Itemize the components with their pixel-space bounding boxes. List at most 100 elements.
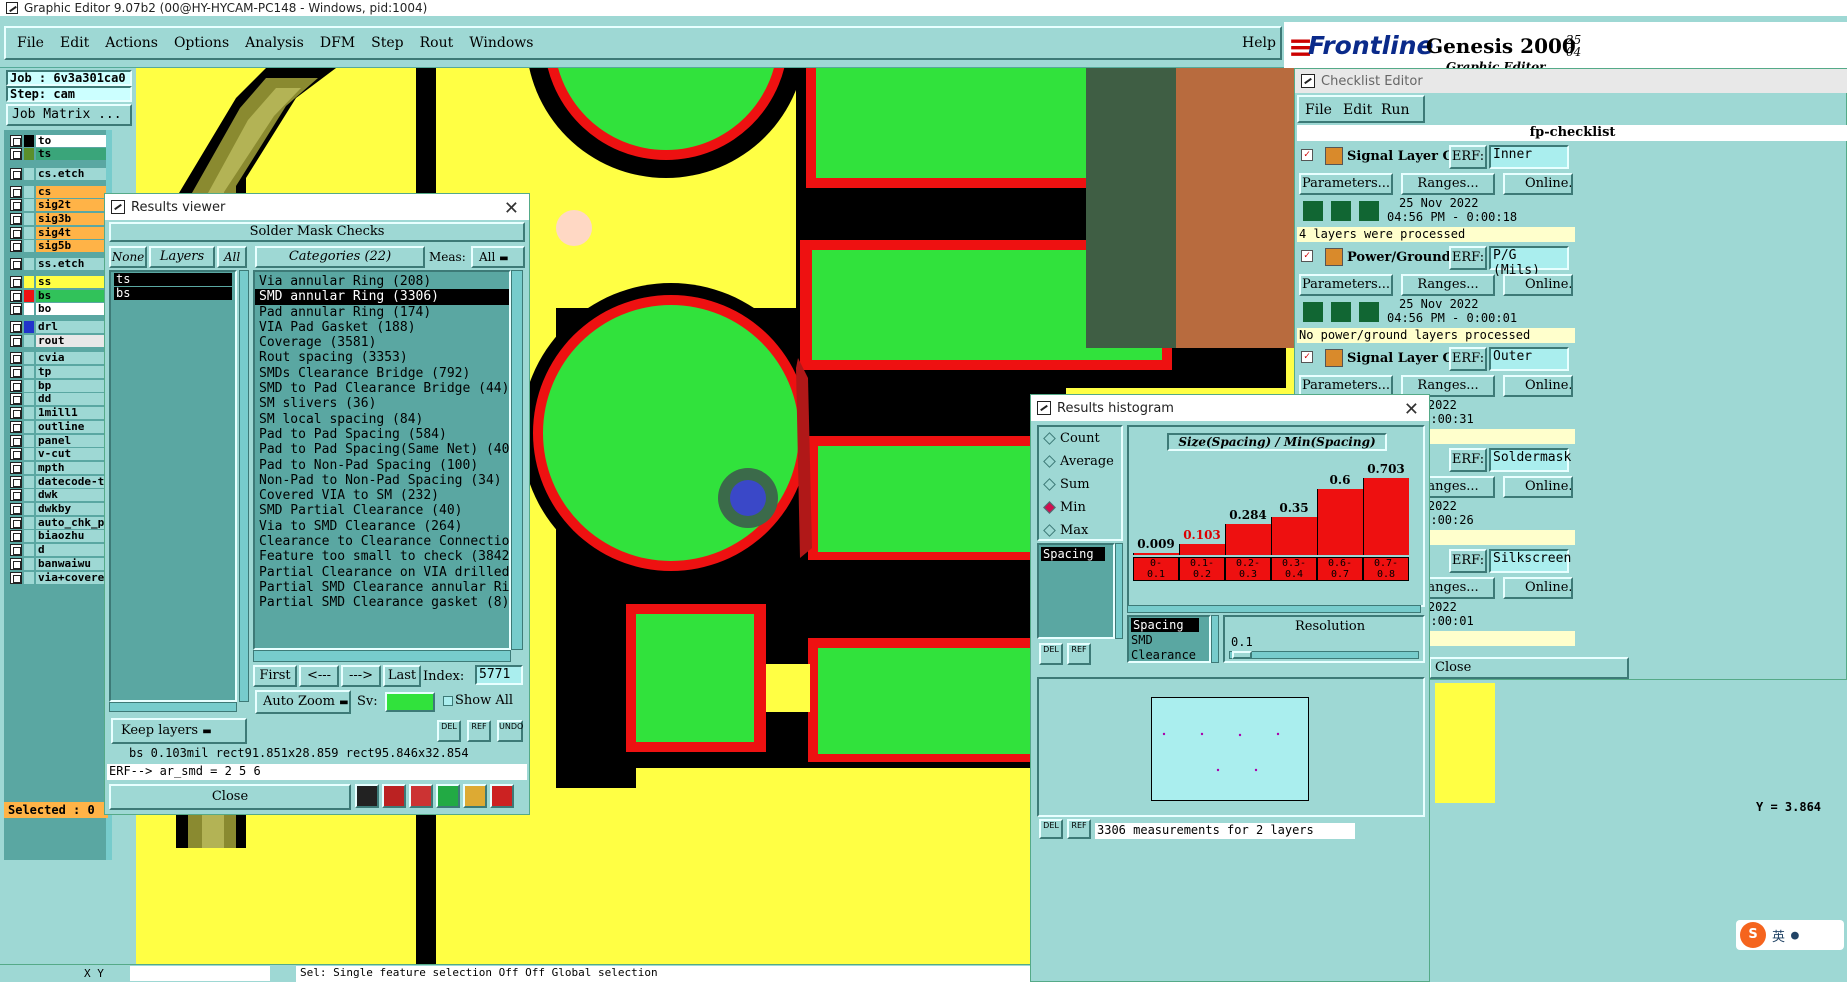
menu-actions[interactable]: Actions: [105, 35, 158, 51]
results-close-button[interactable]: Close: [109, 784, 351, 810]
none-button[interactable]: None: [109, 246, 147, 268]
run-icon[interactable]: [1357, 199, 1381, 223]
mark-icon[interactable]: [382, 784, 406, 808]
layer-row-auto_chk_pa[interactable]: auto_chk_pa: [10, 516, 106, 529]
category-item[interactable]: SM local spacing (84): [255, 412, 509, 427]
bin-list[interactable]: Spacing SMD Clearance: [1127, 615, 1211, 663]
layer-checkbox[interactable]: [10, 530, 22, 543]
bin-list-item[interactable]: Clearance: [1131, 648, 1196, 662]
bin-list-item[interactable]: Spacing: [1131, 618, 1199, 632]
category-item[interactable]: SMD Partial Clearance (40): [255, 503, 509, 518]
ranges-button[interactable]: Ranges...: [1401, 173, 1495, 195]
meas-scrollbar[interactable]: [1115, 543, 1123, 639]
category-item[interactable]: Pad annular Ring (174): [255, 305, 509, 320]
layer-row-biaozhu[interactable]: biaozhu: [10, 530, 106, 543]
layer-checkbox[interactable]: [10, 185, 22, 198]
erf-value[interactable]: Outer: [1489, 347, 1569, 371]
category-item[interactable]: Covered VIA to SM (232): [255, 488, 509, 503]
layer-row-bs[interactable]: bs: [10, 289, 106, 302]
layer-row-cvia[interactable]: cvia: [10, 352, 106, 365]
layer-row-cs[interactable]: cs: [10, 185, 106, 198]
report-icon[interactable]: [463, 784, 487, 808]
erf-button[interactable]: ERF:: [1449, 448, 1487, 472]
layer-checkbox[interactable]: [10, 489, 22, 502]
erf-value[interactable]: P/G (Mils): [1489, 246, 1569, 278]
layer-row-sig2t[interactable]: sig2t: [10, 199, 106, 212]
erf-button[interactable]: ERF:: [1449, 549, 1487, 573]
histogram-bar[interactable]: [1179, 544, 1225, 555]
show-all-checkbox[interactable]: [443, 696, 453, 706]
stat-option-min[interactable]: Min: [1043, 500, 1086, 515]
run-icon[interactable]: [1357, 300, 1381, 324]
coordinate-input[interactable]: [130, 966, 270, 981]
layer-checkbox[interactable]: [10, 434, 22, 447]
layer-checkbox[interactable]: [10, 379, 22, 392]
histogram-bar[interactable]: [1225, 524, 1271, 555]
menu-dfm[interactable]: DFM: [320, 35, 355, 51]
category-item[interactable]: SM slivers (36): [255, 396, 509, 411]
layer-row-drl[interactable]: drl: [10, 320, 106, 333]
category-item[interactable]: Rout spacing (3353): [255, 350, 509, 365]
keep-layers-dropdown[interactable]: Keep layers ▬: [111, 718, 247, 744]
online-button[interactable]: Online...: [1503, 577, 1573, 599]
online-button[interactable]: Online...: [1503, 476, 1573, 498]
histogram-bar[interactable]: [1133, 553, 1179, 555]
clear-icon[interactable]: [409, 784, 433, 808]
layer-checkbox[interactable]: [10, 366, 22, 378]
run-icon[interactable]: [1301, 300, 1325, 324]
check-icon[interactable]: ✓: [1301, 149, 1313, 161]
layer-row-via+covered[interactable]: via+covered: [10, 571, 106, 584]
meas-list[interactable]: Spacing: [1037, 543, 1115, 639]
layers-hscrollbar[interactable]: [109, 702, 237, 712]
checklist-menu-edit[interactable]: Edit: [1343, 102, 1372, 118]
layer-checkbox[interactable]: [10, 303, 22, 316]
layer-checkbox[interactable]: [10, 503, 22, 515]
layer-row-rout[interactable]: rout: [10, 334, 106, 347]
highlight-icon[interactable]: [355, 784, 379, 808]
layer-row-to[interactable]: to: [10, 134, 106, 147]
layer-row-ts[interactable]: ts: [10, 148, 106, 161]
online-button[interactable]: Online...: [1503, 375, 1573, 397]
stat-option-average[interactable]: Average: [1043, 454, 1114, 469]
bin-list-item[interactable]: SMD: [1131, 633, 1153, 647]
stat-option-count[interactable]: Count: [1043, 431, 1100, 446]
layer-row-v-cut[interactable]: v-cut: [10, 448, 106, 461]
category-item[interactable]: Partial SMD Clearance gasket (8): [255, 595, 509, 610]
hist-ref-button-2[interactable]: REF: [1067, 819, 1091, 839]
category-item[interactable]: Partial SMD Clearance annular Rin: [255, 580, 509, 595]
stat-option-sum[interactable]: Sum: [1043, 477, 1090, 492]
first-button[interactable]: First: [253, 665, 297, 687]
radio-icon[interactable]: [1043, 524, 1056, 537]
layer-row-ss[interactable]: ss: [10, 275, 106, 288]
layers-button[interactable]: Layers: [149, 246, 215, 268]
close-icon[interactable]: ✕: [504, 198, 519, 219]
layer-row-dwkby[interactable]: dwkby: [10, 503, 106, 516]
checklist-menu-file[interactable]: File: [1305, 102, 1332, 118]
categories-scrollbar[interactable]: [511, 270, 523, 650]
layer-checkbox[interactable]: [10, 516, 22, 529]
layer-row-sig3b[interactable]: sig3b: [10, 213, 106, 226]
next-button[interactable]: --->: [341, 665, 381, 687]
category-item[interactable]: Via annular Ring (208): [255, 274, 509, 289]
radio-icon[interactable]: [1043, 455, 1056, 468]
category-item[interactable]: Pad to Non-Pad Spacing (100): [255, 458, 509, 473]
layer-checkbox[interactable]: [10, 167, 22, 180]
run-icon[interactable]: [1329, 199, 1353, 223]
layer-row-cs.etch[interactable]: cs.etch: [10, 167, 106, 180]
parameters-button[interactable]: Parameters...: [1299, 173, 1393, 195]
layers-scrollbar[interactable]: [239, 270, 249, 702]
categories-button[interactable]: Categories (22): [255, 246, 425, 268]
layer-row-sig4t[interactable]: sig4t: [10, 226, 106, 239]
layer-row-datecode-to[interactable]: datecode-to: [10, 475, 106, 488]
hist-del-button-2[interactable]: DEL: [1039, 819, 1063, 839]
del-button[interactable]: DEL: [437, 720, 461, 742]
sv-color-dropdown[interactable]: [385, 692, 435, 712]
results-layer-ts[interactable]: ts: [114, 273, 232, 286]
layer-checkbox[interactable]: [10, 571, 22, 584]
erf-button[interactable]: ERF:: [1449, 347, 1487, 371]
bin-scrollbar[interactable]: [1211, 615, 1219, 663]
histogram-bar[interactable]: [1271, 517, 1317, 555]
histogram-icon[interactable]: [490, 784, 514, 808]
layer-row-banwaiwu[interactable]: banwaiwu: [10, 557, 106, 570]
layer-checkbox[interactable]: [10, 134, 22, 147]
